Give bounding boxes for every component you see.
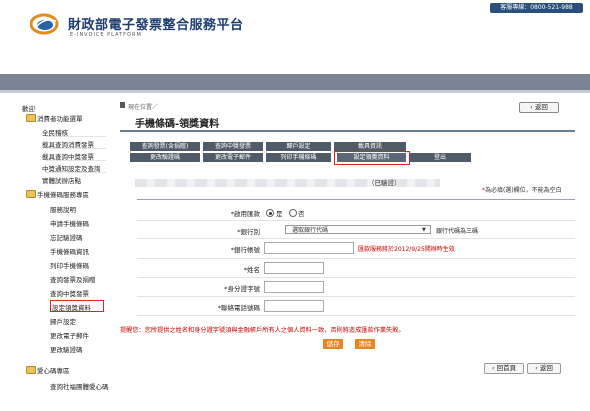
sidebar-item-query-winning[interactable]: 查詢中獎發票	[50, 288, 89, 298]
tab-selected-highlight	[334, 151, 410, 165]
phone-input[interactable]	[264, 300, 324, 312]
sidebar-item-service-info[interactable]: 服務說明	[50, 204, 76, 214]
account-input[interactable]	[264, 242, 354, 254]
account-hint: 匯款服務將於2012/9/25開辦時生效	[358, 246, 455, 253]
tab-query-winning[interactable]: 查詢中獎發票	[203, 142, 263, 151]
bank-label: *銀行別	[237, 228, 260, 236]
clear-button[interactable]: 清除	[355, 339, 375, 349]
sidebar-group-consumer[interactable]: 消費者功能選單	[37, 113, 83, 123]
folder-icon	[26, 366, 36, 374]
verified-status: （已驗證）	[368, 179, 401, 187]
folder-icon	[26, 114, 36, 122]
tab-logout[interactable]: 登出	[409, 153, 471, 162]
name-label: *姓名	[243, 266, 260, 274]
enable-transfer-label: *啟用匯款	[230, 210, 260, 218]
bank-hint: 銀行代碼為三碼	[436, 228, 479, 235]
id-number-label: *身分證字號	[224, 285, 260, 293]
name-input[interactable]	[264, 262, 324, 274]
back-label: 返回	[534, 103, 548, 111]
tab-carrier-info[interactable]: 載具資訊	[334, 142, 406, 151]
account-label: *銀行帳號	[230, 246, 260, 254]
enable-yes-radio[interactable]	[266, 209, 274, 217]
enable-no-label: 否	[298, 210, 305, 218]
tab-account-link[interactable]: 歸戶設定	[266, 142, 331, 151]
sidebar-item-change-code[interactable]: 更改驗證碼	[50, 344, 83, 354]
sidebar-selected-highlight	[50, 300, 104, 312]
hotline-badge: 客服專線：0800-521-988	[490, 3, 583, 13]
site-title: 財政部電子發票整合服務平台	[68, 18, 244, 33]
tab-change-code[interactable]: 更改驗證碼	[130, 153, 200, 162]
sidebar-group-love-code[interactable]: 愛心碼專區	[37, 365, 70, 375]
sidebar-item-change-email[interactable]: 更改電子郵件	[50, 330, 89, 340]
required-text: 為必填(選)欄位，不能為空白	[485, 187, 562, 194]
required-note: *為必填(選)欄位，不能為空白	[482, 185, 562, 194]
phone-label: *聯絡電話號碼	[217, 304, 260, 312]
sidebar-item-query-donate[interactable]: 查詢發票及捐贈	[50, 274, 96, 284]
top-nav-bar	[0, 74, 590, 90]
warning-text: 提醒您：您所提供之姓名和身分證字號須與金融帳戶所有人之個人資料一致，否則將造成匯…	[120, 327, 405, 334]
top-nav-divider	[0, 90, 590, 93]
folder-icon	[26, 190, 36, 198]
sidebar-item-barcode-info[interactable]: 手機條碼資訊	[50, 246, 89, 256]
sidebar-item-apply-barcode[interactable]: 申請手機條碼	[50, 218, 89, 228]
page-title: 手機條碼-領獎資料	[135, 119, 220, 130]
home-label: 回首頁	[496, 364, 517, 372]
sidebar-welcome: 歡迎	[22, 105, 35, 113]
breadcrumb: 現在位置／	[128, 104, 159, 111]
home-button[interactable]: ‹ 回首頁	[484, 363, 524, 374]
site-subtitle: E-INVOICE PLATFORM	[70, 32, 142, 38]
back-button-bottom[interactable]: ‹ 返回	[527, 363, 561, 374]
enable-no-radio[interactable]	[289, 209, 297, 217]
sidebar-item-charity-code[interactable]: 查詢社福團體愛心碼	[50, 381, 109, 391]
back-label-bottom: 返回	[539, 364, 553, 372]
sidebar: 歡迎 消費者功能選單 全民稽核 載具查詢消費發票 載具查詢中獎發票 中獎通知設定…	[22, 103, 110, 403]
tab-change-email[interactable]: 更改電子郵件	[203, 153, 263, 162]
sidebar-item-forgot-code[interactable]: 忘記驗證碼	[50, 232, 83, 242]
sidebar-item-account-link[interactable]: 歸戶設定	[50, 316, 76, 326]
form-top-divider	[137, 199, 575, 200]
sidebar-item-pilot-stores[interactable]: 實體試辦店點	[42, 175, 81, 185]
enable-yes-label: 是	[276, 210, 283, 218]
tab-print-barcode[interactable]: 列印手機條碼	[266, 153, 331, 162]
id-number-input[interactable]	[264, 281, 324, 293]
breadcrumb-icon	[120, 102, 125, 108]
title-divider	[120, 130, 575, 132]
logo-icon	[30, 13, 59, 35]
bank-select[interactable]: 選取銀行代碼	[285, 225, 431, 234]
back-button-top[interactable]: ‹ 返回	[519, 102, 559, 113]
chevron-down-icon: ▼	[422, 227, 426, 233]
tab-query-invoices[interactable]: 查詢發票(含捐贈)	[130, 142, 200, 151]
sidebar-item-print-barcode[interactable]: 列印手機條碼	[50, 260, 89, 270]
sidebar-group-mobile-barcode[interactable]: 手機條碼服務專區	[37, 189, 89, 199]
save-button[interactable]: 儲存	[323, 339, 343, 349]
